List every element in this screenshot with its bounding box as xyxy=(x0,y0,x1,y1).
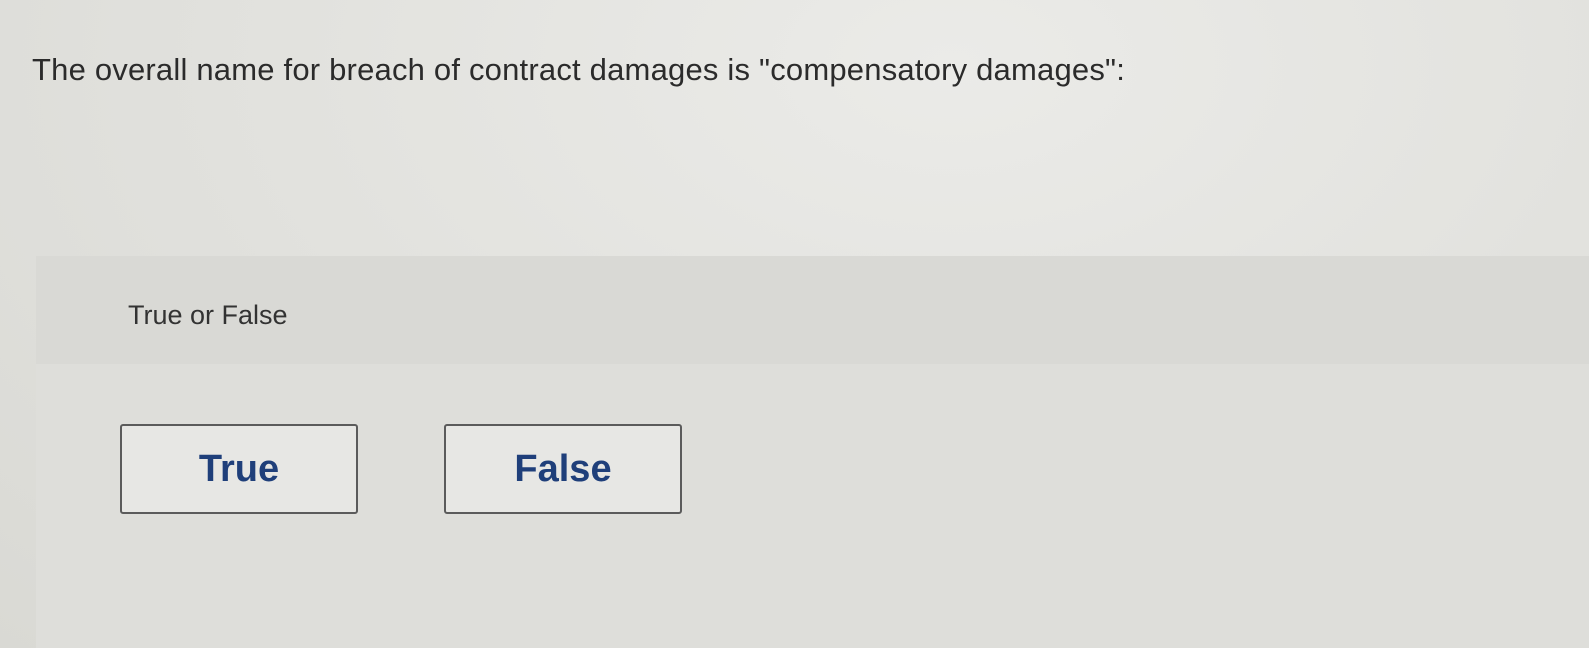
answer-panel: True or False True False xyxy=(36,256,1589,648)
screen-background: The overall name for breach of contract … xyxy=(0,0,1589,648)
question-text: The overall name for breach of contract … xyxy=(32,52,1126,87)
true-or-false-label: True or False xyxy=(128,300,288,330)
true-button[interactable]: True xyxy=(120,424,358,514)
false-button[interactable]: False xyxy=(444,424,682,514)
